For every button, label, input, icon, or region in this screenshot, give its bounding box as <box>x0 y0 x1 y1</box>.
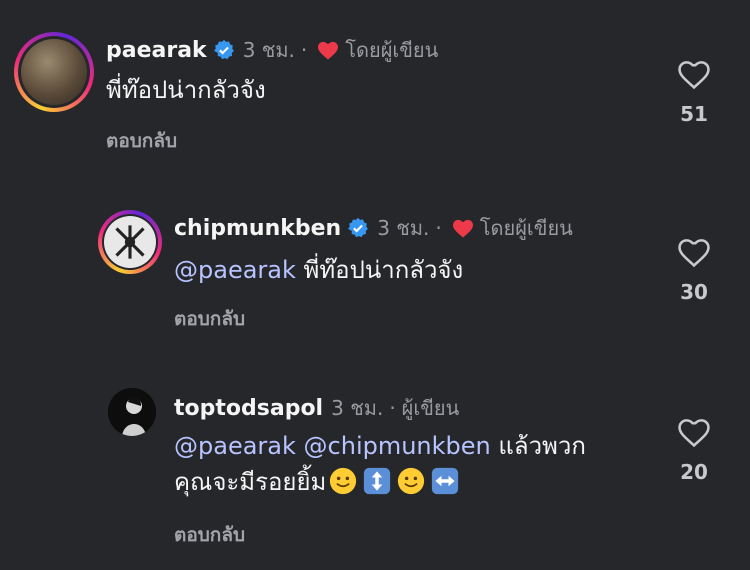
comment-text: พี่ท๊อปน่ากลัวจัง <box>106 76 266 104</box>
reply-button[interactable]: ตอบกลับ <box>106 126 177 156</box>
separator: · <box>389 396 396 420</box>
author-label: ผู้เขียน <box>401 396 460 420</box>
username[interactable]: chipmunkben <box>174 216 341 241</box>
avatar[interactable] <box>108 388 156 436</box>
mention-link[interactable]: @paearak <box>174 432 296 460</box>
up-down-arrow-emoji <box>364 467 391 495</box>
left-right-arrow-emoji <box>432 467 459 495</box>
comment-text: @paearak พี่ท๊อปน่ากลัวจัง <box>174 252 463 288</box>
author-badge: โดยผู้เขียน <box>479 216 573 240</box>
comment-paearak: paearak 3 ชม. · โดยผู้เขียน พี่ท๊อปน่ากล… <box>0 0 750 180</box>
comment-body: แล้วพวก <box>498 432 586 460</box>
comment-toptodsapol: toptodsapol 3 ชม. · ผู้เขียน @paearak @c… <box>0 360 750 570</box>
logo-icon <box>115 225 145 259</box>
comment-body: พี่ท๊อปน่ากลัวจัง <box>303 256 464 284</box>
like-count: 20 <box>680 460 708 484</box>
slightly-smiling-face-emoji <box>330 467 357 495</box>
heart-outline-icon[interactable] <box>677 416 711 448</box>
timestamp: 3 ชม. <box>331 396 384 420</box>
like-column: 30 <box>664 236 724 304</box>
comment-body: คุณจะมีรอยยิ้ม <box>174 468 327 496</box>
comment-chipmunkben: chipmunkben 3 ชม. · โดยผู้เขียน @paearak… <box>0 180 750 360</box>
mention-link[interactable]: @paearak <box>174 256 296 284</box>
username[interactable]: paearak <box>106 38 207 63</box>
heart-filled-icon <box>318 41 339 60</box>
avatar[interactable] <box>14 32 94 112</box>
author-badge: โดยผู้เขียน <box>345 38 439 62</box>
comment-text: @paearak @chipmunkben แล้วพวก คุณจะมีรอย… <box>174 428 634 500</box>
like-column: 20 <box>664 416 724 484</box>
avatar[interactable] <box>98 210 162 274</box>
timestamp: 3 ชม. <box>242 38 295 62</box>
like-count: 30 <box>680 280 708 304</box>
like-column: 51 <box>664 58 724 126</box>
verified-badge-icon <box>348 217 369 238</box>
heart-outline-icon[interactable] <box>677 58 711 90</box>
verified-badge-icon <box>213 39 234 60</box>
reply-button[interactable]: ตอบกลับ <box>174 520 245 550</box>
reply-button[interactable]: ตอบกลับ <box>174 304 245 334</box>
timestamp: 3 ชม. <box>377 216 430 240</box>
heart-outline-icon[interactable] <box>677 236 711 268</box>
mention-link[interactable]: @chipmunkben <box>304 432 491 460</box>
profile-photo-icon <box>108 388 156 436</box>
username[interactable]: toptodsapol <box>174 396 323 421</box>
slightly-smiling-face-emoji <box>398 467 425 495</box>
like-count: 51 <box>680 102 708 126</box>
heart-filled-icon <box>452 219 473 238</box>
